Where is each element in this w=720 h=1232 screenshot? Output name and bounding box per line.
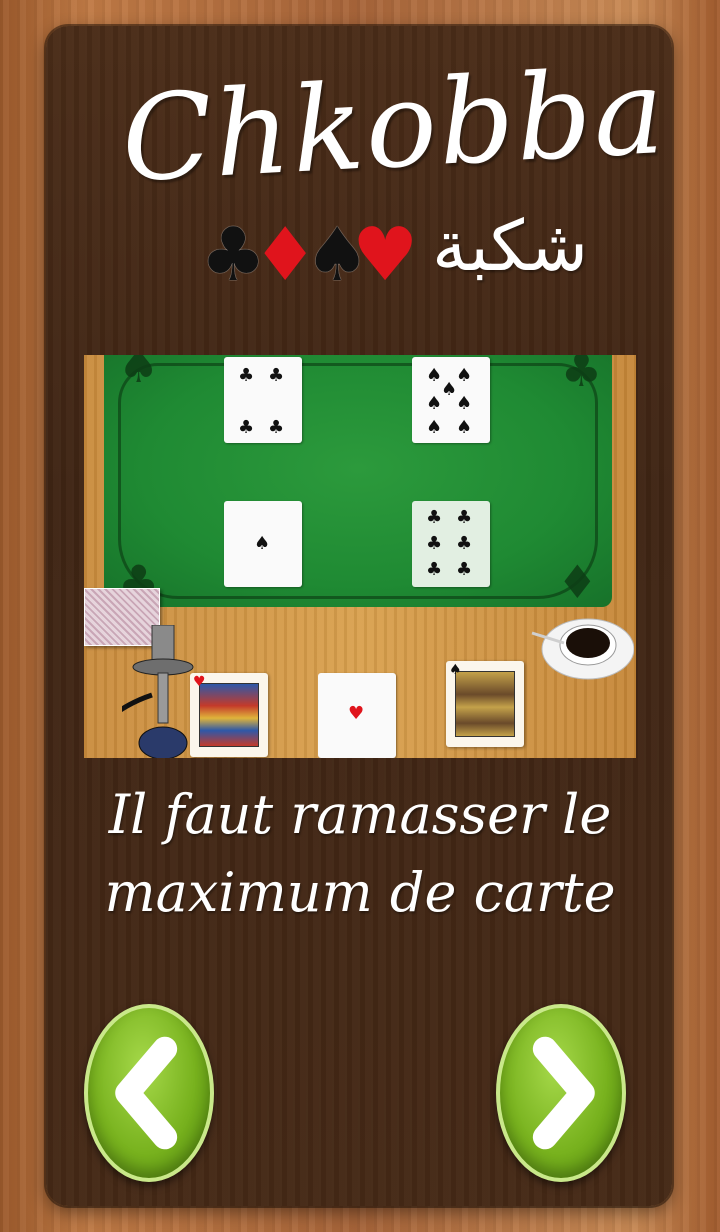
game-logo-arabic: شكبة	[432, 205, 588, 287]
table-card[interactable]: ♠ ♠ ♠ ♠ ♠ ♠ ♠	[412, 357, 490, 443]
spade-icon: ♠	[426, 417, 443, 438]
spade-icon: ♠	[254, 533, 271, 554]
tutorial-instruction: Il faut ramasser le maximum de carte	[70, 776, 650, 936]
spade-icon: ♠	[426, 365, 443, 386]
hand-card[interactable]: ♥	[190, 673, 268, 757]
heart-icon: ♥	[348, 703, 365, 724]
club-icon: ♣	[426, 559, 443, 580]
hand-card[interactable]: ♥	[318, 673, 396, 758]
instruction-line-1: Il faut ramasser le	[108, 783, 612, 846]
spade-icon: ♠	[441, 379, 458, 400]
club-icon: ♣	[456, 507, 473, 528]
previous-button[interactable]	[84, 1004, 214, 1182]
corner-spade-icon: ♠	[118, 355, 160, 393]
club-icon: ♣	[238, 365, 255, 386]
chevron-right-icon	[532, 1036, 595, 1150]
coffee-cup-icon	[531, 618, 634, 680]
king-art	[199, 683, 259, 747]
table-card[interactable]: ♠	[224, 501, 302, 587]
spade-icon: ♠	[456, 393, 473, 414]
club-icon: ♣	[238, 417, 255, 438]
corner-diamond-icon: ♦	[556, 555, 598, 609]
corner-club-icon: ♣	[560, 355, 602, 397]
club-icon: ♣	[456, 533, 473, 554]
table-card[interactable]: ♣ ♣ ♣ ♣	[224, 357, 302, 443]
next-button[interactable]	[496, 1004, 626, 1182]
green-felt-table: ♠ ♣ ♣ ♦	[104, 355, 612, 607]
instruction-line-2: maximum de carte	[104, 861, 616, 924]
club-icon: ♣	[456, 559, 473, 580]
heart-icon: ♥	[193, 674, 206, 690]
club-icon: ♣	[268, 417, 285, 438]
spade-icon: ♠	[456, 365, 473, 386]
felt-border	[118, 363, 598, 599]
club-icon: ♣	[426, 533, 443, 554]
spade-icon: ♠	[426, 393, 443, 414]
hand-card[interactable]: ♠	[446, 661, 524, 747]
chevron-left-icon	[115, 1036, 178, 1150]
club-icon: ♣	[426, 507, 443, 528]
tutorial-game-screenshot: ♠ ♣ ♣ ♦ ♣ ♣ ♣ ♣ ♠ ♠ ♠ ♠ ♠ ♠ ♠ ♠ ♣ ♣ ♣ ♣ …	[84, 355, 636, 758]
spade-icon: ♠	[449, 662, 462, 678]
club-icon: ♣	[268, 365, 285, 386]
logo-suits: ♣ ♦ ♠ ♥	[200, 210, 418, 300]
table-card[interactable]: ♣ ♣ ♣ ♣ ♣ ♣	[412, 501, 490, 587]
king-art	[455, 671, 515, 737]
spade-icon: ♠	[456, 417, 473, 438]
